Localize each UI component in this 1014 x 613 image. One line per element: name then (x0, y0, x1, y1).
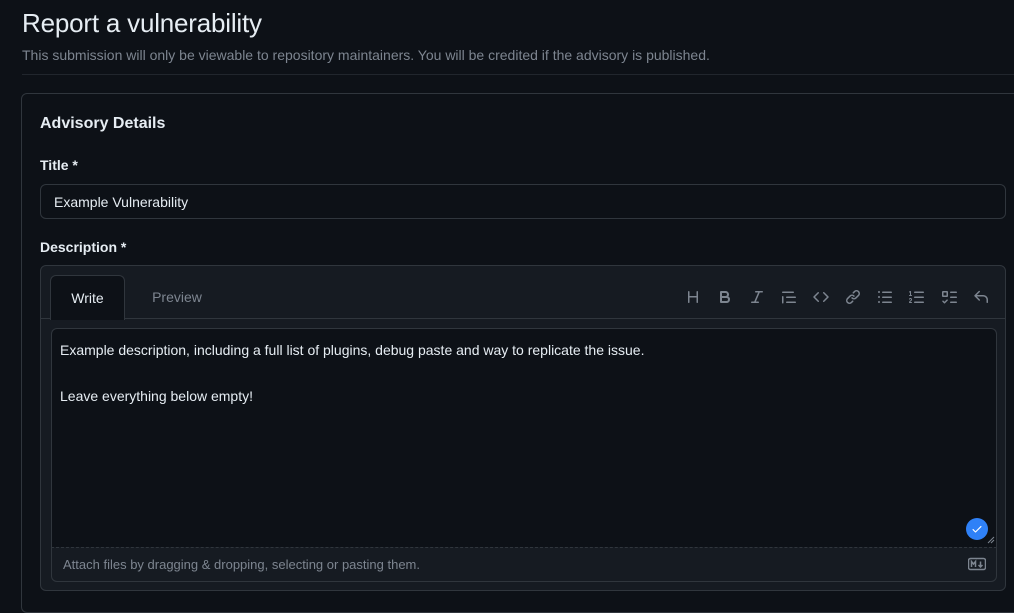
task-list-icon[interactable] (933, 285, 965, 309)
ordered-list-icon[interactable] (901, 285, 933, 309)
bold-icon[interactable] (709, 285, 741, 309)
unordered-list-icon[interactable] (869, 285, 901, 309)
code-icon[interactable] (805, 285, 837, 309)
check-icon (966, 518, 988, 540)
description-label: Description * (40, 239, 127, 255)
markdown-icon[interactable] (968, 557, 986, 571)
quote-icon[interactable] (773, 285, 805, 309)
italic-icon[interactable] (741, 285, 773, 309)
heading-icon[interactable] (677, 285, 709, 309)
resize-grip-icon[interactable] (987, 536, 995, 544)
title-label: Title * (40, 157, 78, 173)
tab-preview[interactable]: Preview (137, 275, 217, 320)
editor-header: Write Preview (41, 266, 1005, 320)
section-title: Advisory Details (40, 115, 166, 132)
description-textarea[interactable]: Example description, including a full li… (51, 328, 997, 547)
attach-files-bar[interactable]: Attach files by dragging & dropping, sel… (51, 547, 997, 582)
undo-icon[interactable] (965, 285, 997, 309)
header-divider (22, 74, 1014, 75)
title-input[interactable] (40, 184, 1006, 219)
markdown-toolbar (677, 285, 997, 309)
tab-write[interactable]: Write (50, 275, 125, 320)
attach-files-hint: Attach files by dragging & dropping, sel… (63, 557, 420, 572)
description-editor: Write Preview Example description, inclu… (40, 265, 1006, 591)
page-subtitle: This submission will only be viewable to… (22, 47, 710, 63)
page-title: Report a vulnerability (22, 8, 262, 38)
page-header: Report a vulnerability This submission w… (22, 6, 1014, 65)
link-icon[interactable] (837, 285, 869, 309)
